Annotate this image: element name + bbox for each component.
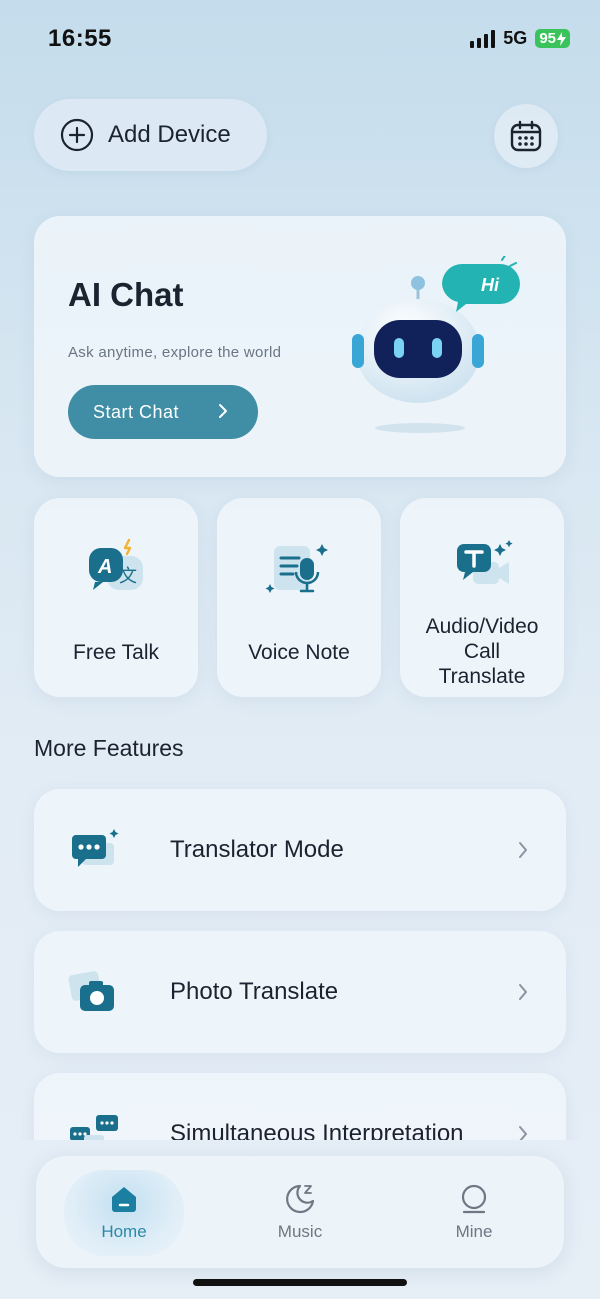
hi-bubble-text: Hi: [481, 275, 500, 295]
ai-chat-title: AI Chat: [68, 276, 184, 313]
photo-translate-row[interactable]: Photo Translate: [34, 931, 566, 1053]
audio-video-call-translate-label: Audio/Video Call Translate: [400, 614, 564, 689]
video-call-translate-icon: [457, 540, 513, 584]
svg-text:A: A: [97, 556, 112, 578]
chevron-right-icon: [519, 984, 527, 1000]
home-icon: [112, 1187, 136, 1212]
network-type: 5G: [503, 28, 528, 48]
voice-note-tile[interactable]: Voice Note: [217, 498, 381, 697]
bottom-tab-bar: Home Music Mine: [36, 1156, 564, 1268]
voice-note-label: Voice Note: [248, 641, 350, 664]
tab-mine[interactable]: Mine: [414, 1170, 534, 1256]
more-features-list: Translator Mode Photo Translate Simultan…: [0, 780, 600, 1140]
ai-chat-card[interactable]: AI Chat Ask anytime, explore the world S…: [34, 216, 566, 477]
calendar-icon: [510, 120, 542, 152]
voice-note-icon: [265, 544, 328, 593]
photo-translate-label: Photo Translate: [170, 978, 339, 1005]
moon-sleep-icon: [286, 1184, 315, 1214]
chevron-right-icon: [219, 404, 227, 418]
status-bar: 16:55 5G 95: [0, 0, 600, 80]
interpretation-icon: [70, 1115, 118, 1140]
plus-circle-icon: [60, 118, 94, 152]
signal-icon: [470, 29, 496, 48]
charging-icon: [557, 31, 566, 46]
tab-mine-label: Mine: [455, 1222, 493, 1241]
ai-chat-subtitle: Ask anytime, explore the world: [68, 344, 282, 361]
calendar-button[interactable]: [494, 104, 558, 168]
simultaneous-interpretation-row[interactable]: Simultaneous Interpretation: [34, 1073, 566, 1140]
translator-mode-row[interactable]: Translator Mode: [34, 789, 566, 911]
add-device-button[interactable]: Add Device: [34, 99, 267, 171]
chevron-right-icon: [519, 1126, 527, 1140]
free-talk-icon: 文 A: [89, 538, 143, 590]
free-talk-tile[interactable]: 文 A Free Talk: [34, 498, 198, 697]
translator-mode-label: Translator Mode: [170, 836, 344, 863]
chevron-right-icon: [519, 842, 527, 858]
free-talk-label: Free Talk: [73, 641, 159, 664]
tab-music-label: Music: [277, 1222, 323, 1241]
robot-mascot-icon: Hi: [352, 256, 520, 433]
battery-indicator: 95: [535, 29, 570, 48]
tab-home-label: Home: [101, 1222, 147, 1241]
profile-icon: [461, 1184, 487, 1214]
label-line-2: Call: [463, 640, 501, 663]
status-indicators: 5G 95: [470, 28, 570, 49]
chat-bubbles-icon: [72, 829, 119, 867]
label-line-1: Audio/Video: [425, 615, 539, 638]
tab-home[interactable]: Home: [64, 1170, 184, 1256]
label-line-3: Translate: [438, 665, 526, 688]
more-features-title: More Features: [34, 735, 184, 761]
home-indicator[interactable]: [193, 1279, 407, 1286]
add-device-label: Add Device: [108, 121, 231, 148]
camera-icon: [68, 971, 114, 1011]
audio-video-call-translate-tile[interactable]: Audio/Video Call Translate: [400, 498, 564, 697]
status-time: 16:55: [48, 25, 112, 52]
simultaneous-interpretation-label: Simultaneous Interpretation: [170, 1120, 464, 1140]
tab-music[interactable]: Music: [240, 1170, 360, 1256]
start-chat-label: Start Chat: [93, 401, 180, 422]
start-chat-button[interactable]: Start Chat: [68, 385, 258, 439]
battery-level: 95: [539, 30, 556, 47]
